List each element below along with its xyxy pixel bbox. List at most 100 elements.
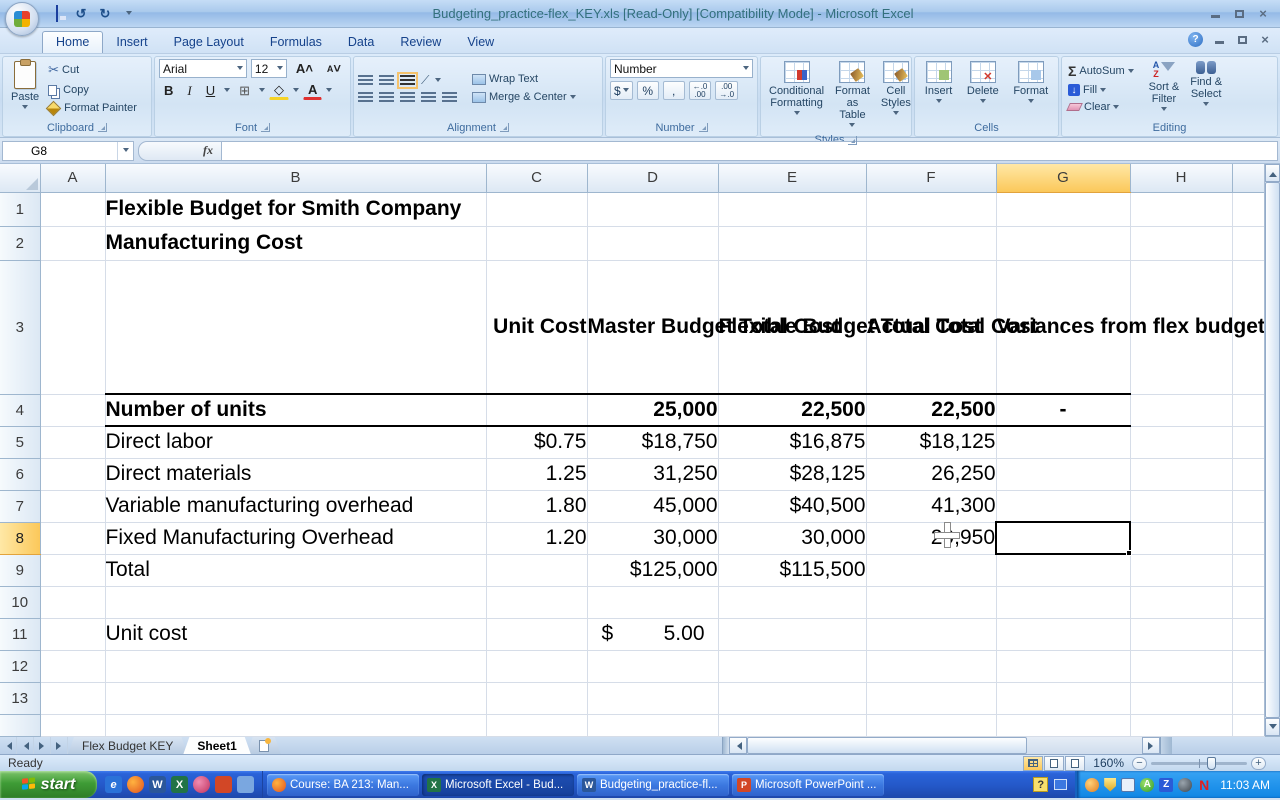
borders-button[interactable]: ⊞ (234, 81, 255, 100)
orientation-button[interactable]: ⟋ (421, 73, 429, 88)
cell-D6[interactable]: 31,250 (587, 458, 718, 490)
cell[interactable] (1130, 192, 1232, 226)
zoom-slider-handle[interactable] (1207, 757, 1216, 770)
cell[interactable] (866, 650, 996, 682)
fill-handle[interactable] (1126, 550, 1132, 556)
cell[interactable] (996, 426, 1130, 458)
outlook-icon[interactable] (237, 776, 254, 793)
taskbar-question-icon[interactable]: ? (1033, 777, 1048, 792)
column-header-e[interactable]: E (718, 164, 866, 192)
cell[interactable] (105, 714, 486, 736)
next-sheet-button[interactable] (34, 737, 51, 754)
workbook-close-button[interactable]: × (1258, 34, 1272, 46)
cell[interactable] (1232, 226, 1264, 260)
cell-E5[interactable]: $16,875 (718, 426, 866, 458)
cell-E8[interactable]: 30,000 (718, 522, 866, 554)
cell[interactable] (587, 192, 718, 226)
cell[interactable] (996, 714, 1130, 736)
cell[interactable] (1130, 554, 1232, 586)
row-header-10[interactable]: 10 (0, 586, 40, 618)
row-header-6[interactable]: 6 (0, 458, 40, 490)
cell[interactable] (40, 394, 105, 426)
cell[interactable] (996, 618, 1130, 650)
cell[interactable] (1232, 458, 1264, 490)
cell-B4[interactable]: Number of units (105, 394, 486, 426)
cell-F8[interactable]: 29,950 (866, 522, 996, 554)
cell-D8[interactable]: 30,000 (587, 522, 718, 554)
cell-D3[interactable]: Master Budget Total Cost (587, 260, 718, 394)
accounting-format-button[interactable]: $ (610, 81, 633, 100)
cell-D7[interactable]: 45,000 (587, 490, 718, 522)
cell-E9[interactable]: $115,500 (718, 554, 866, 586)
cell[interactable] (1130, 490, 1232, 522)
grow-font-button[interactable]: A˄ (291, 59, 318, 78)
cell[interactable] (1232, 426, 1264, 458)
cell[interactable] (486, 714, 587, 736)
cell[interactable] (718, 586, 866, 618)
cell[interactable] (866, 226, 996, 260)
format-cells-button[interactable]: Format (1009, 59, 1052, 117)
decrease-indent-button[interactable] (421, 92, 436, 103)
tray-n-icon[interactable]: N (1197, 778, 1211, 792)
vertical-scrollbar[interactable] (1264, 164, 1280, 736)
cell-B7[interactable]: Variable manufacturing overhead (105, 490, 486, 522)
cell[interactable] (105, 260, 486, 394)
page-break-view-button[interactable] (1065, 756, 1085, 771)
cut-button[interactable]: ✂Cut (46, 61, 139, 79)
align-right-button[interactable] (400, 92, 415, 103)
cell[interactable] (40, 586, 105, 618)
select-all-corner[interactable] (0, 164, 40, 192)
tab-review[interactable]: Review (387, 32, 454, 53)
qat-customize-button[interactable] (120, 6, 138, 21)
cell[interactable] (996, 490, 1130, 522)
cell[interactable] (486, 394, 587, 426)
cell-G3[interactable]: Variances from flex budget (996, 260, 1130, 394)
first-sheet-button[interactable] (0, 737, 17, 754)
cell[interactable] (1130, 426, 1232, 458)
name-box-arrow[interactable] (117, 142, 133, 160)
cell[interactable] (40, 554, 105, 586)
cell[interactable] (587, 650, 718, 682)
alignment-dialog-launcher[interactable] (500, 123, 509, 132)
cell[interactable] (718, 650, 866, 682)
prev-sheet-button[interactable] (17, 737, 34, 754)
taskbar-switcher-icon[interactable] (1054, 779, 1067, 790)
cell[interactable] (1232, 714, 1264, 736)
cell-C8[interactable]: 1.20 (486, 522, 587, 554)
insert-function-button[interactable]: fx (138, 141, 222, 161)
row-header-3[interactable]: 3 (0, 260, 40, 394)
cell-styles-button[interactable]: Cell Styles (877, 59, 915, 132)
cell[interactable] (718, 682, 866, 714)
cell[interactable] (40, 458, 105, 490)
format-painter-button[interactable]: Format Painter (46, 101, 139, 115)
insert-cells-button[interactable]: Insert (921, 59, 957, 117)
cell[interactable] (40, 260, 105, 394)
cell-D9[interactable]: $125,000 (587, 554, 718, 586)
cell[interactable] (1130, 682, 1232, 714)
cell[interactable] (718, 618, 866, 650)
cell-B5[interactable]: Direct labor (105, 426, 486, 458)
cell[interactable] (105, 682, 486, 714)
tray-avg-icon[interactable]: A (1140, 778, 1154, 792)
cell[interactable] (40, 426, 105, 458)
cell[interactable] (486, 650, 587, 682)
row-header-12[interactable]: 12 (0, 650, 40, 682)
wrap-text-button[interactable]: Wrap Text (470, 72, 578, 86)
start-button[interactable]: start (0, 771, 97, 798)
cell[interactable] (40, 650, 105, 682)
row-header-13[interactable]: 13 (0, 682, 40, 714)
cell-D5[interactable]: $18,750 (587, 426, 718, 458)
cell[interactable] (996, 192, 1130, 226)
format-as-table-button[interactable]: Format as Table (831, 59, 874, 132)
cell[interactable] (1232, 164, 1264, 192)
cell-E7[interactable]: $40,500 (718, 490, 866, 522)
row-header-2[interactable]: 2 (0, 226, 40, 260)
column-header-f[interactable]: F (866, 164, 996, 192)
font-size-combo[interactable]: 12 (251, 59, 287, 78)
undo-button[interactable]: ↺ (72, 6, 90, 22)
font-dialog-launcher[interactable] (261, 123, 270, 132)
tab-formulas[interactable]: Formulas (257, 32, 335, 53)
cell-C6[interactable]: 1.25 (486, 458, 587, 490)
sheet-tab-flex-budget-key[interactable]: Flex Budget KEY (68, 737, 187, 754)
tray-messenger-icon[interactable] (1085, 778, 1099, 792)
